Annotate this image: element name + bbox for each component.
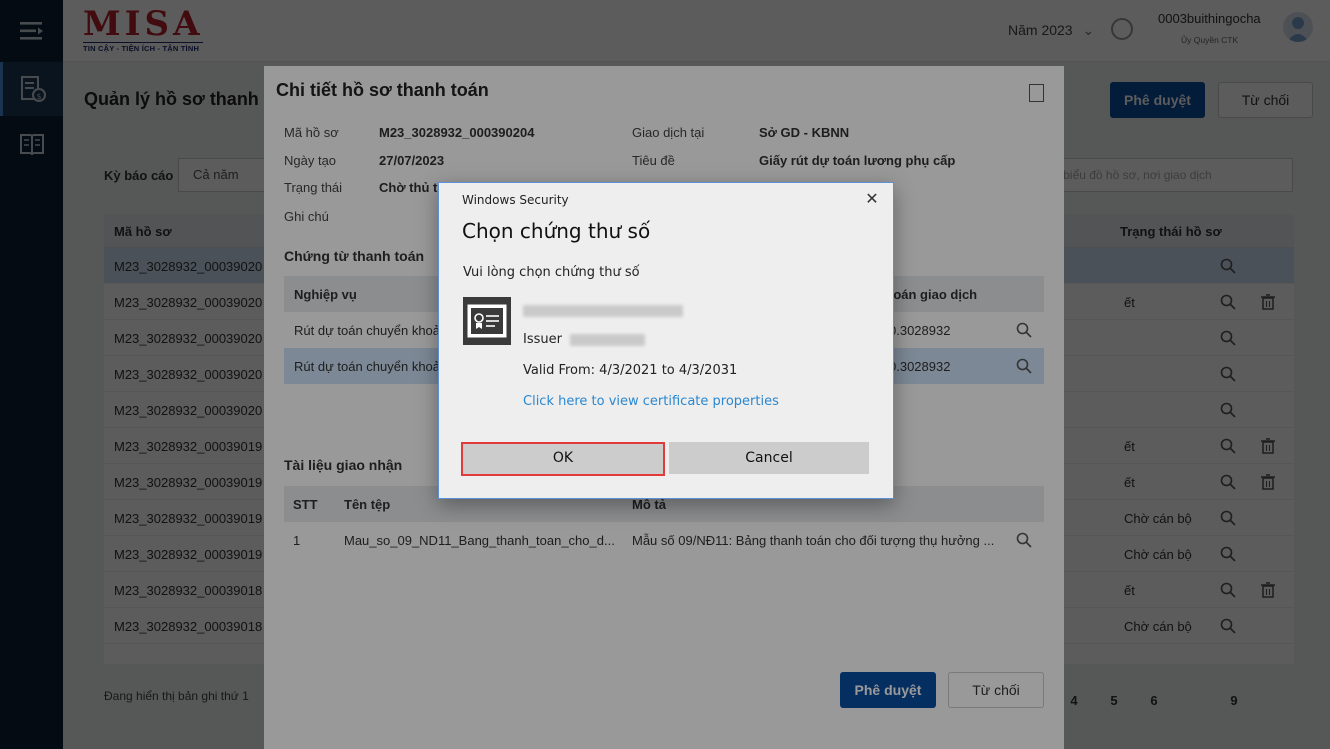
ok-button-highlight <box>461 442 665 476</box>
issuer-value <box>570 333 646 346</box>
cancel-button[interactable]: Cancel <box>669 442 869 474</box>
certificate-subject <box>523 303 683 318</box>
dialog-caption: Windows Security <box>462 193 569 207</box>
certificate-properties-link[interactable]: Click here to view certificate propertie… <box>523 394 779 409</box>
dialog-title: Chọn chứng thư số <box>462 219 651 243</box>
dialog-subtitle: Vui lòng chọn chứng thư số <box>463 265 640 280</box>
certificate-issuer: Issuer <box>523 332 646 347</box>
certificate-validity: Valid From: 4/3/2021 to 4/3/2031 <box>523 363 738 378</box>
issuer-label: Issuer <box>523 332 562 347</box>
windows-security-dialog: Windows Security ✕ Chọn chứng thư số Vui… <box>438 182 894 499</box>
certificate-icon[interactable] <box>463 297 511 345</box>
close-icon[interactable]: ✕ <box>859 189 885 211</box>
